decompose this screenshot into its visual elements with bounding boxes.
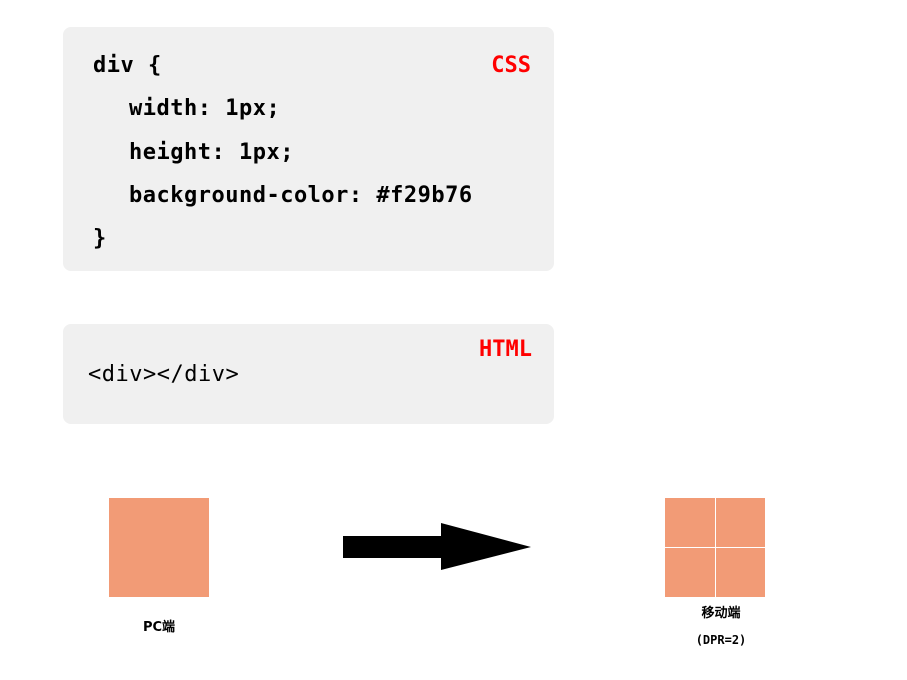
mobile-dpr-caption: (DPR=2): [695, 633, 747, 647]
html-code-block: HTML <div></div>: [63, 324, 554, 424]
pc-pixel-square: [109, 498, 209, 597]
pc-caption: PC端: [142, 620, 176, 635]
css-code-line: }: [93, 226, 107, 251]
mobile-physical-pixel: [665, 548, 715, 597]
css-code-line: height: 1px;: [129, 140, 294, 165]
mobile-physical-pixel: [715, 548, 765, 597]
css-code-line: div {: [93, 53, 162, 78]
mobile-pixel-grid: [665, 498, 765, 597]
mobile-physical-pixel: [715, 498, 765, 547]
right-arrow-icon: [343, 523, 531, 570]
mobile-physical-pixel: [665, 498, 715, 547]
css-code-line: width: 1px;: [129, 96, 281, 121]
css-code-line: background-color: #f29b76: [129, 183, 473, 208]
html-language-label: HTML: [479, 337, 532, 362]
html-code-line: <div></div>: [88, 362, 240, 387]
css-code-block: div { width: 1px; height: 1px; backgroun…: [63, 27, 554, 271]
mobile-caption: 移动端: [701, 606, 741, 621]
css-language-label: CSS: [491, 53, 531, 78]
